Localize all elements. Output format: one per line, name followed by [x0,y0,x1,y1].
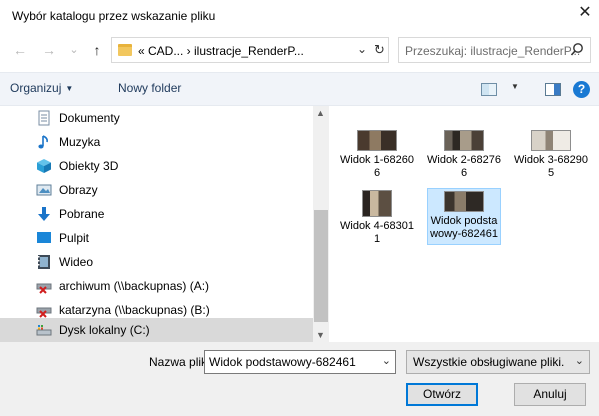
documents-icon [38,110,50,126]
filename-field[interactable]: Widok podstawowy-682461 ⌄ [204,350,396,374]
nav-item-label: katarzyna (\\backupnas) (B:) [59,303,210,317]
image-thumbnail [531,130,571,151]
pictures-icon [36,184,52,196]
scrollbar-thumb[interactable] [314,210,328,322]
filename-dropdown-chevron-icon[interactable]: ⌄ [382,354,391,367]
open-button[interactable]: Otwórz [406,383,478,406]
title-bar: Wybór katalogu przez wskazanie pliku ✕ [0,0,599,31]
nav-item-label: Muzyka [59,135,101,149]
nav-item-label: Pobrane [59,207,105,221]
nav-item-label: Wideo [59,255,94,269]
dialog-footer: Nazwa pliku: Widok podstawowy-682461 ⌄ W… [0,342,599,416]
view-options-arrow-icon[interactable]: ▼ [511,82,519,91]
local-disk-icon [36,325,52,336]
image-thumbnail [357,130,397,151]
address-bar: ← → ⌄ ↑ « CAD... › ilustracje_RenderP...… [0,33,599,69]
file-item-selected[interactable]: Widok podstawowy-682461 [427,188,501,245]
video-icon [38,255,50,269]
nav-item-dokumenty[interactable]: Dokumenty [0,106,313,130]
nav-scrollbar[interactable]: ▲ ▼ [313,106,329,342]
nav-item-wideo[interactable]: Wideo [0,250,313,274]
nav-item-label: Obiekty 3D [59,159,119,173]
network-drive-disconnected-icon [36,307,52,318]
new-folder-button[interactable]: Nowy folder [118,81,181,95]
nav-item-pulpit[interactable]: Pulpit [0,226,313,250]
file-item[interactable]: Widok 1-682606 [340,130,414,180]
scroll-up-arrow-icon[interactable]: ▲ [316,108,325,118]
filename-value[interactable]: Widok podstawowy-682461 [209,355,356,369]
help-icon[interactable]: ? [573,81,590,98]
nav-item-label: Pulpit [59,231,90,245]
folder-icon [118,44,132,56]
filetype-chevron-icon: ⌄ [574,355,584,367]
navigation-pane: Dokumenty Muzyka Obiekty 3D Obrazy Pobra… [0,106,313,342]
organize-button[interactable]: Organizuj ▼ [10,81,73,95]
network-drive-disconnected-icon [36,283,52,294]
recent-locations-chevron-icon[interactable]: ⌄ [66,42,82,58]
preview-pane-icon[interactable] [545,83,561,96]
up-arrow-icon[interactable]: ↑ [89,42,105,58]
close-icon[interactable]: ✕ [577,5,593,21]
nav-item-label: archiwum (\\backupnas) (A:) [59,279,210,293]
file-list: Widok 1-682606 Widok 2-682766 Widok 3-68… [330,106,599,342]
breadcrumb[interactable]: « CAD... › ilustracje_RenderP... ⌄ ↻ [111,37,389,63]
3d-objects-icon [37,159,51,173]
file-item[interactable]: Widok 2-682766 [427,130,501,180]
nav-item-label: Dokumenty [59,111,120,125]
filetype-value: Wszystkie obsługiwane pliki. [413,355,565,369]
file-name: Widok 3-682905 [514,154,588,179]
change-view-icon[interactable] [481,83,497,96]
organize-label: Organizuj [10,81,62,95]
nav-item-pobrane[interactable]: Pobrane [0,202,313,226]
cancel-button[interactable]: Anuluj [514,383,586,406]
file-name: Widok podstawowy-682461 [430,215,498,240]
breadcrumb-path[interactable]: « CAD... › ilustracje_RenderP... [138,44,304,58]
search-icon[interactable] [570,42,584,58]
downloads-icon [38,207,50,221]
path-dropdown-chevron-icon[interactable]: ⌄ [357,42,367,56]
nav-item-muzyka[interactable]: Muzyka [0,130,313,154]
music-icon [38,135,48,149]
nav-item-obrazy[interactable]: Obrazy [0,178,313,202]
dropdown-arrow-icon: ▼ [65,84,74,93]
file-item[interactable]: Widok 3-682905 [514,130,588,180]
command-bar: Organizuj ▼ Nowy folder ▼ ? [0,72,599,106]
back-arrow-icon[interactable]: ← [12,42,28,58]
nav-item-obiekty-3d[interactable]: Obiekty 3D [0,154,313,178]
file-name: Widok 4-683011 [340,220,414,245]
image-thumbnail [362,190,392,217]
nav-item-label: Obrazy [59,183,98,197]
filetype-select[interactable]: Wszystkie obsługiwane pliki. ⌄ [406,350,590,374]
image-thumbnail [444,191,484,212]
nav-item-archiwum-drive[interactable]: archiwum (\\backupnas) (A:) [0,274,313,298]
nav-item-label: Dysk lokalny (C:) [59,323,150,337]
window-title: Wybór katalogu przez wskazanie pliku [12,9,216,23]
refresh-icon[interactable]: ↻ [374,42,385,58]
file-name: Widok 1-682606 [340,154,414,179]
image-thumbnail [444,130,484,151]
scroll-down-arrow-icon[interactable]: ▼ [316,330,325,340]
search-input[interactable]: Przeszukaj: ilustracje_RenderP... [398,37,591,63]
forward-arrow-icon[interactable]: → [41,42,57,58]
search-placeholder: Przeszukaj: ilustracje_RenderP... [405,44,581,58]
desktop-icon [37,232,51,243]
file-item[interactable]: Widok 4-683011 [340,190,414,246]
nav-item-local-disk-c[interactable]: Dysk lokalny (C:) [0,318,313,342]
file-name: Widok 2-682766 [427,154,501,179]
